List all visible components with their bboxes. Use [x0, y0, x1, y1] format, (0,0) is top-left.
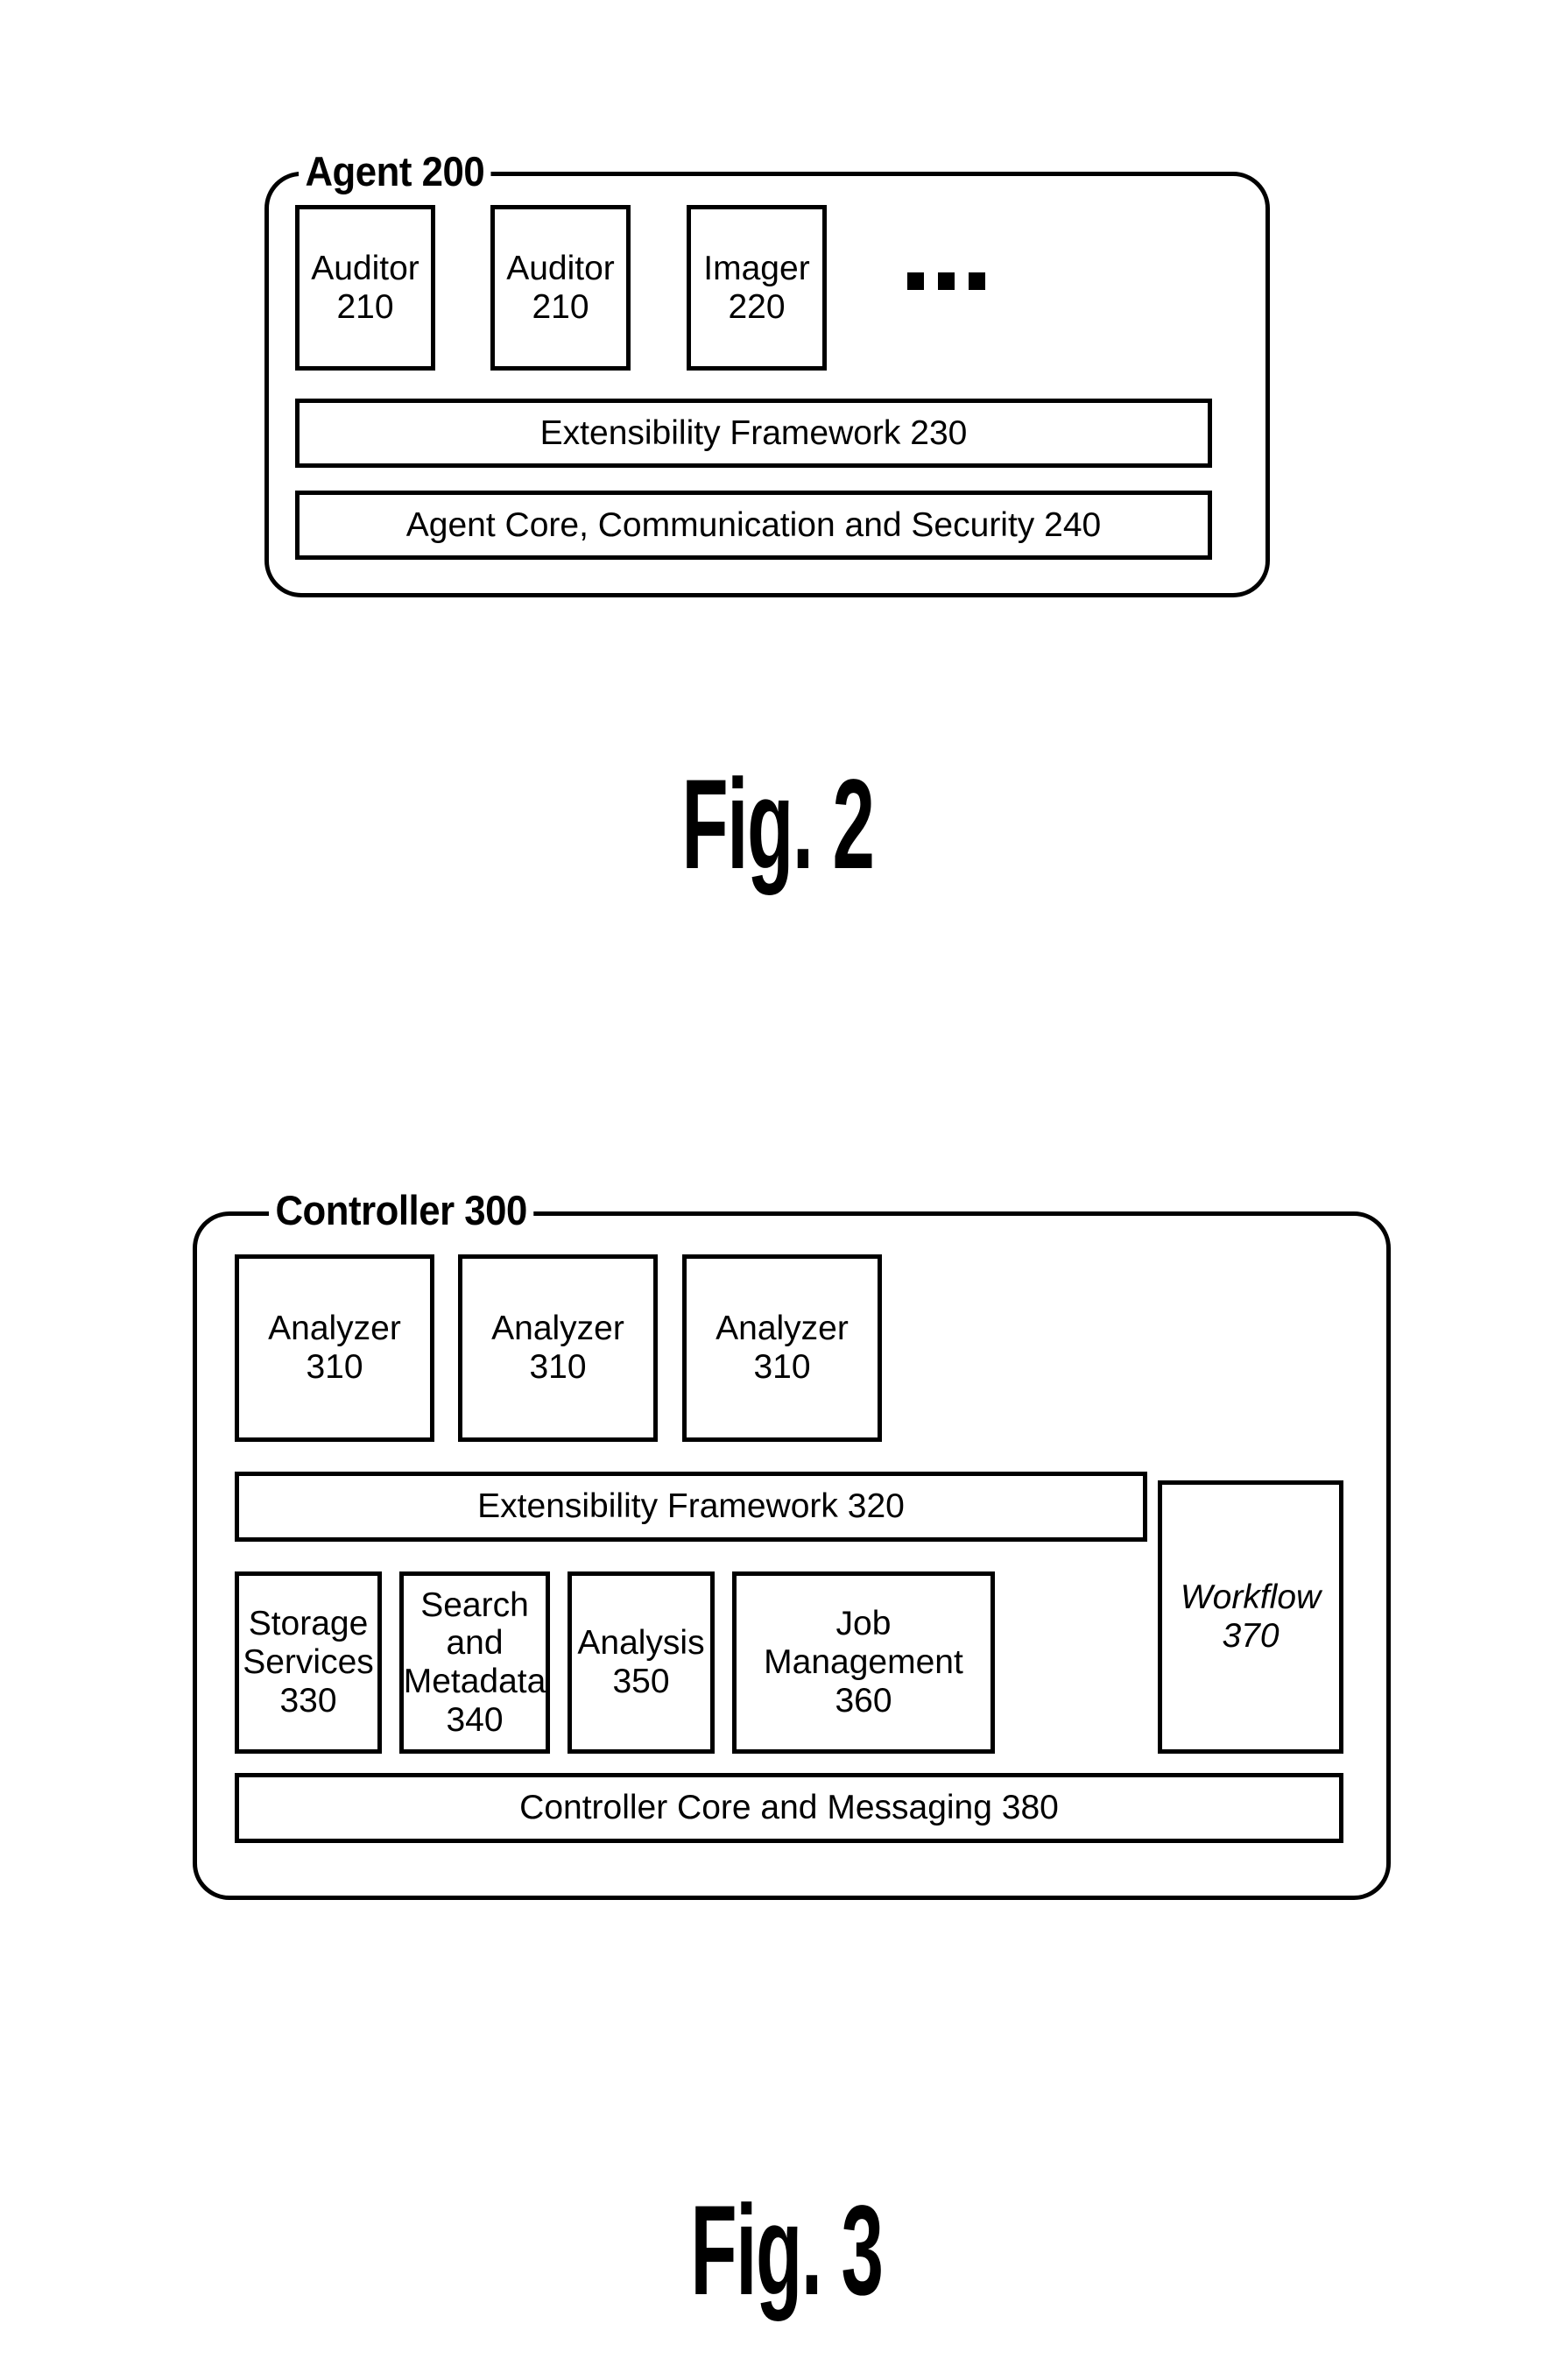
controller-workflow: Workflow 370: [1158, 1480, 1343, 1754]
figure-3-caption: Fig. 3: [690, 2179, 883, 2322]
controller-analysis: Analysis 350: [568, 1571, 715, 1754]
ellipsis-dot-3: [969, 272, 985, 290]
controller-search-and-metadata: Search and Metadata 340: [399, 1571, 550, 1754]
controller-core-and-messaging: Controller Core and Messaging 380: [235, 1773, 1343, 1843]
controller-job-management: Job Management 360: [732, 1571, 995, 1754]
controller-group-title: Controller 300: [269, 1190, 534, 1231]
controller-analyzer-3: Analyzer 310: [682, 1254, 882, 1442]
controller-storage-services: Storage Services 330: [235, 1571, 382, 1754]
controller-analyzer-2: Analyzer 310: [458, 1254, 658, 1442]
agent-group-title: Agent 200: [299, 151, 491, 192]
agent-modules-ellipsis-icon: [907, 272, 985, 290]
controller-extensibility-framework: Extensibility Framework 320: [235, 1472, 1147, 1542]
ellipsis-dot-2: [938, 272, 955, 290]
agent-extensibility-framework: Extensibility Framework 230: [295, 399, 1212, 468]
ellipsis-dot-1: [907, 272, 924, 290]
agent-core-communication-security: Agent Core, Communication and Security 2…: [295, 491, 1212, 560]
agent-module-auditor-2: Auditor 210: [490, 205, 631, 371]
controller-analyzer-1: Analyzer 310: [235, 1254, 434, 1442]
agent-module-auditor-1: Auditor 210: [295, 205, 435, 371]
figure-2-caption: Fig. 2: [681, 752, 874, 896]
agent-module-imager: Imager 220: [687, 205, 827, 371]
